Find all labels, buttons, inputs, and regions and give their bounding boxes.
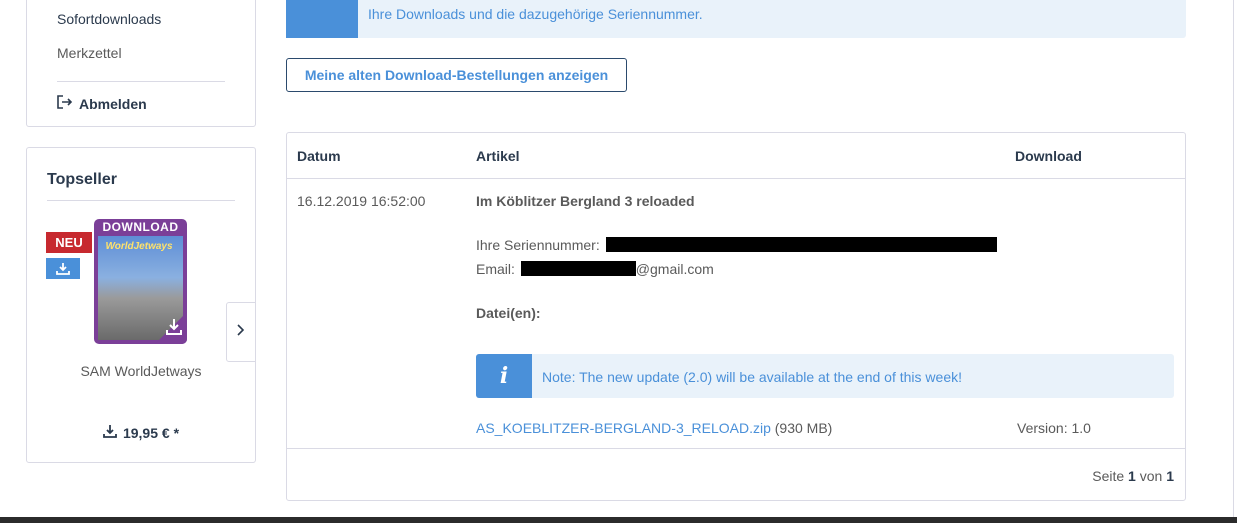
account-nav-box: Sofortdownloads Merkzettel Abmelden (26, 0, 256, 127)
logout-link[interactable]: Abmelden (57, 95, 147, 112)
download-badge-icon (46, 258, 80, 279)
serial-label: Ihre Seriennummer: (476, 237, 600, 253)
page-edge-divider (1233, 0, 1237, 517)
downloads-info-alert: Ihre Downloads und die dazugehörige Seri… (286, 0, 1186, 38)
update-note: i Note: The new update (2.0) will be ava… (476, 354, 1174, 398)
product-name-link[interactable]: SAM WorldJetways (27, 363, 255, 379)
file-version: Version: 1.0 (1017, 420, 1091, 436)
slider-next-button[interactable] (226, 302, 256, 362)
alert-text: Ihre Downloads und die dazugehörige Seri… (368, 6, 703, 22)
price-download-icon (103, 425, 117, 441)
file-size: (930 MB) (774, 420, 833, 436)
price-value: 19,95 € * (122, 425, 180, 441)
header-date: Datum (297, 148, 341, 164)
pager-current: 1 (1128, 468, 1136, 484)
header-article: Artikel (476, 148, 520, 164)
old-orders-button[interactable]: Meine alten Download-Bestellungen anzeig… (286, 58, 627, 92)
header-download: Download (1015, 148, 1082, 164)
pager-sep: von (1139, 468, 1163, 484)
article-title: Im Köblitzer Bergland 3 reloaded (476, 193, 695, 209)
pager-prefix: Seite (1092, 468, 1125, 484)
product-image[interactable]: DOWNLOAD WorldJetways (94, 219, 187, 344)
topseller-divider (47, 200, 235, 201)
topseller-box: Topseller NEU DOWNLOAD WorldJetways SAM … (26, 147, 256, 463)
file-download-link[interactable]: AS_KOEBLITZER-BERGLAND-3_RELOAD.zip (476, 420, 771, 436)
footer-bar (0, 517, 1237, 523)
cover-header: DOWNLOAD (102, 220, 179, 234)
info-icon (286, 0, 358, 38)
new-badge: NEU (46, 232, 92, 253)
cover-download-icon (165, 318, 183, 341)
logout-label: Abmelden (79, 95, 147, 112)
nav-link-sofortdownloads[interactable]: Sofortdownloads (57, 11, 161, 27)
info-icon: i (476, 354, 532, 398)
email-redacted (520, 261, 636, 276)
order-date: 16.12.2019 16:52:00 (297, 193, 426, 209)
email-line: Email: @gmail.com (476, 261, 714, 277)
pager-total: 1 (1166, 468, 1174, 484)
downloads-table: Datum Artikel Download 16.12.2019 16:52:… (286, 132, 1186, 501)
email-domain: @gmail.com (635, 261, 714, 277)
product-price: 19,95 € * (27, 425, 255, 441)
files-label: Datei(en): (476, 305, 541, 321)
nav-divider (57, 81, 225, 82)
logout-icon (57, 95, 73, 112)
note-text: Note: The new update (2.0) will be avail… (542, 369, 962, 385)
nav-link-merkzettel[interactable]: Merkzettel (57, 45, 122, 61)
table-footer: Seite 1 von 1 (287, 448, 1185, 501)
pagination: Seite 1 von 1 (1092, 468, 1174, 484)
serial-line: Ihre Seriennummer: (476, 237, 997, 253)
email-label: Email: (476, 261, 515, 277)
table-header: Datum Artikel Download (287, 133, 1185, 179)
cover-product-logo: WorldJetways (105, 241, 173, 252)
topseller-title: Topseller (47, 171, 117, 188)
chevron-right-icon (237, 323, 245, 341)
file-row: AS_KOEBLITZER-BERGLAND-3_RELOAD.zip (930… (476, 420, 832, 436)
serial-redacted (605, 237, 997, 252)
